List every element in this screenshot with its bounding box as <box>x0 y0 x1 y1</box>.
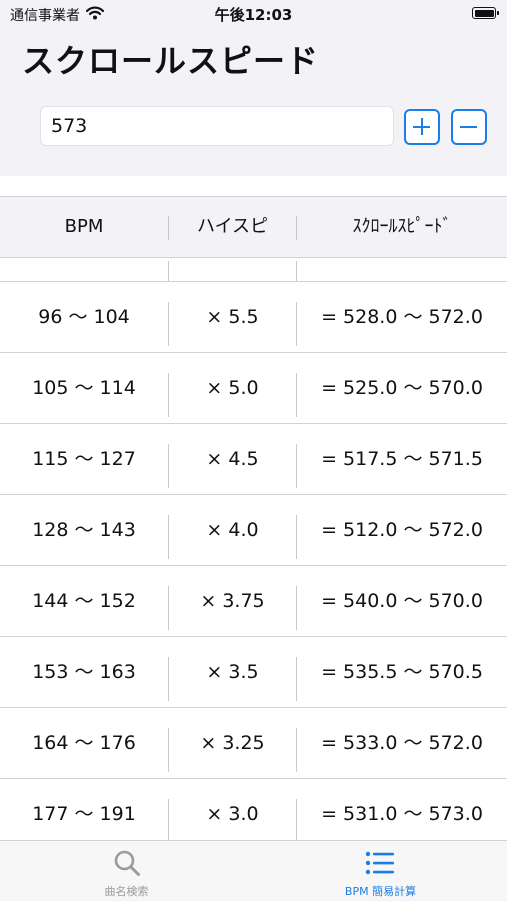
bpm-range-cell: 153 〜 163 <box>32 661 136 683</box>
column-header-hispeed: ハイスピ <box>196 216 269 237</box>
bpm-range-cell: 144 〜 152 <box>32 590 136 612</box>
battery-icon <box>472 7 499 19</box>
scroll-speed-cell: = 531.0 〜 573.0 <box>321 803 483 825</box>
bpm-range-cell: 177 〜 191 <box>32 803 136 825</box>
hispeed-cell: × 5.5 <box>206 306 259 328</box>
search-icon <box>113 849 141 881</box>
hispeed-cell: × 5.0 <box>206 377 259 399</box>
column-header-scroll-speed: ｽｸﾛｰﾙｽﾋﾟｰﾄﾞ <box>352 216 452 237</box>
scroll-speed-cell: = 535.5 〜 570.5 <box>321 661 483 683</box>
tab-label: 曲名検索 <box>104 885 149 898</box>
hispeed-cell: × 4.0 <box>206 519 259 541</box>
tab-bar: 曲名検索 BPM 簡易計算 <box>0 840 507 900</box>
scroll-speed-input[interactable] <box>40 106 394 146</box>
bpm-table[interactable]: 96 〜 104 × 5.5 = 528.0 〜 572.0 105 〜 114 × 5… <box>0 176 507 840</box>
page-title: スクロールスピード <box>22 42 320 80</box>
hispeed-cell: × 3.5 <box>206 661 259 683</box>
tab-bpm-calculator[interactable]: BPM 簡易計算 <box>254 841 507 901</box>
list-icon <box>365 851 395 879</box>
table-row[interactable]: 177 〜 191 × 3.0 = 531.0 〜 573.0 <box>0 779 507 840</box>
increment-button[interactable] <box>404 109 440 145</box>
bpm-range-cell: 115 〜 127 <box>32 448 136 470</box>
scroll-speed-cell: = 512.0 〜 572.0 <box>321 519 483 541</box>
bpm-range-cell: 96 〜 104 <box>38 306 130 328</box>
table-header: BPM ハイスピ ｽｸﾛｰﾙｽﾋﾟｰﾄﾞ <box>0 196 507 258</box>
decrement-button[interactable] <box>451 109 487 145</box>
hispeed-cell: × 3.75 <box>200 590 265 612</box>
scroll-speed-cell: = 540.0 〜 570.0 <box>321 590 483 612</box>
hispeed-cell: × 4.5 <box>206 448 259 470</box>
scroll-speed-cell: = 525.0 〜 570.0 <box>321 377 483 399</box>
column-header-bpm: BPM <box>64 216 104 237</box>
scroll-speed-cell: = 528.0 〜 572.0 <box>321 306 483 328</box>
table-row[interactable]: 105 〜 114 × 5.0 = 525.0 〜 570.0 <box>0 353 507 424</box>
clock: 午後12:03 <box>214 6 293 24</box>
table-row[interactable]: 144 〜 152 × 3.75 = 540.0 〜 570.0 <box>0 566 507 637</box>
hispeed-cell: × 3.0 <box>206 803 259 825</box>
table-row[interactable]: 153 〜 163 × 3.5 = 535.5 〜 570.5 <box>0 637 507 708</box>
bpm-range-cell: 128 〜 143 <box>32 519 136 541</box>
tab-song-search[interactable]: 曲名検索 <box>0 841 253 901</box>
status-bar: 通信事業者 午後12:03 <box>0 0 507 28</box>
scroll-speed-cell: = 517.5 〜 571.5 <box>321 448 483 470</box>
bpm-range-cell: 164 〜 176 <box>32 732 136 754</box>
scroll-speed-cell: = 533.0 〜 572.0 <box>321 732 483 754</box>
table-row[interactable]: 115 〜 127 × 4.5 = 517.5 〜 571.5 <box>0 424 507 495</box>
hispeed-cell: × 3.25 <box>200 732 265 754</box>
table-row[interactable]: 128 〜 143 × 4.0 = 512.0 〜 572.0 <box>0 495 507 566</box>
table-row[interactable]: 96 〜 104 × 5.5 = 528.0 〜 572.0 <box>0 282 507 353</box>
tab-label: BPM 簡易計算 <box>344 885 417 898</box>
bpm-range-cell: 105 〜 114 <box>32 377 136 399</box>
table-row[interactable]: 164 〜 176 × 3.25 = 533.0 〜 572.0 <box>0 708 507 779</box>
